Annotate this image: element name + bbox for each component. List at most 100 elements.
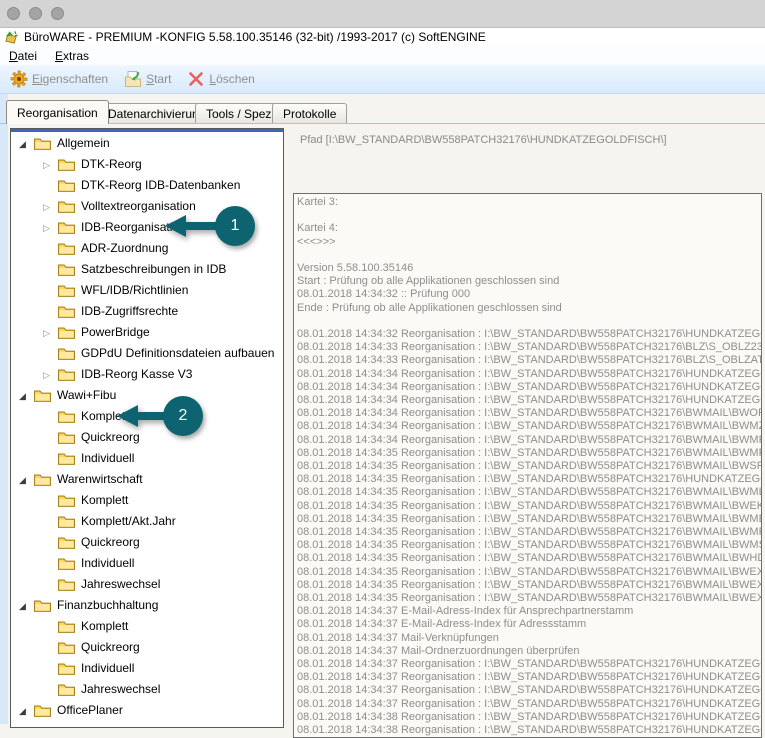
- log-line: Kartei 3:: [297, 196, 761, 209]
- tree-item[interactable]: Individuell: [11, 552, 283, 573]
- folder-icon: [58, 199, 75, 213]
- window-control-icon[interactable]: [29, 7, 42, 20]
- folder-icon: [58, 640, 75, 654]
- tree-item[interactable]: OfficePlaner: [11, 699, 283, 720]
- expander-icon[interactable]: [19, 388, 34, 402]
- tab-protokolle[interactable]: Protokolle: [272, 103, 347, 123]
- tree-item[interactable]: IDB-Reorg Kasse V3: [11, 363, 283, 384]
- window-control-icon[interactable]: [7, 7, 20, 20]
- tree-item-label: Volltextreorganisation: [81, 199, 196, 213]
- tree-item-label: IDB-Zugriffsrechte: [81, 304, 178, 318]
- log-line: 08.01.2018 14:34:34 Reorganisation : I:\…: [297, 407, 761, 420]
- expander-icon[interactable]: [43, 325, 58, 339]
- log-line: 08.01.2018 14:34:34 Reorganisation : I:\…: [297, 420, 761, 433]
- tab-strip-baseline: [0, 123, 765, 124]
- expander-icon[interactable]: [19, 136, 34, 150]
- properties-button[interactable]: Eigenschaften: [10, 70, 108, 88]
- tree-item[interactable]: WFL/IDB/Richtlinien: [11, 279, 283, 300]
- callout-badge: 2: [163, 396, 203, 436]
- log-line: [297, 315, 761, 328]
- tree-item[interactable]: Komplett: [11, 489, 283, 510]
- tree-item[interactable]: Jahreswechsel: [11, 678, 283, 699]
- tree-item[interactable]: Wawi+Fibu: [11, 384, 283, 405]
- tree-item-label: Quickreorg: [81, 535, 140, 549]
- log-line: [297, 209, 761, 222]
- log-line: 08.01.2018 14:34:35 Reorganisation : I:\…: [297, 486, 761, 499]
- tree-item-label: Satzbeschreibungen in IDB: [81, 262, 226, 276]
- folder-icon: [58, 430, 75, 444]
- folder-icon: [58, 514, 75, 528]
- tree-item[interactable]: Satzbeschreibungen in IDB: [11, 258, 283, 279]
- log-line: Kartei 4:: [297, 222, 761, 235]
- protocol-log[interactable]: Kartei 3: Kartei 4: <<<>>> Version 5.58.…: [293, 193, 762, 738]
- expander-icon[interactable]: [43, 157, 58, 171]
- tree-item[interactable]: Jahreswechsel: [11, 573, 283, 594]
- log-line: 08.01.2018 14:34:35 Reorganisation : I:\…: [297, 566, 761, 579]
- log-line: 08.01.2018 14:34:33 Reorganisation : I:\…: [297, 354, 761, 367]
- log-line: 08.01.2018 14:34:37 E-Mail-Adress-Index …: [297, 618, 761, 631]
- folder-icon: [34, 388, 51, 402]
- log-line: Start : Prüfung ob alle Applikationen ge…: [297, 275, 761, 288]
- folder-icon: [58, 367, 75, 381]
- tree-item[interactable]: Quickreorg: [11, 636, 283, 657]
- expander-icon[interactable]: [19, 598, 34, 612]
- log-line: 08.01.2018 14:34:37 Reorganisation : I:\…: [297, 671, 761, 684]
- folder-icon: [58, 535, 75, 549]
- tree-item[interactable]: DTK-Reorg: [11, 153, 283, 174]
- log-line: 08.01.2018 14:34:35 Reorganisation : I:\…: [297, 473, 761, 486]
- expander-icon[interactable]: [43, 367, 58, 381]
- tree-item-label: IDB-Reorg Kasse V3: [81, 367, 192, 381]
- log-line: 08.01.2018 14:34:35 Reorganisation : I:\…: [297, 579, 761, 592]
- tree-item[interactable]: Quickreorg: [11, 531, 283, 552]
- tree-item-label: Jahreswechsel: [81, 577, 160, 591]
- tree-item[interactable]: Warenwirtschaft: [11, 468, 283, 489]
- folder-icon: [58, 241, 75, 255]
- tree-item-label: ADR-Zuordnung: [81, 241, 168, 255]
- start-button[interactable]: Start: [124, 70, 171, 88]
- expander-icon[interactable]: [19, 703, 34, 717]
- folder-icon: [58, 178, 75, 192]
- menu-extras[interactable]: Extras: [46, 46, 98, 65]
- expander-icon[interactable]: [19, 472, 34, 486]
- tree-item[interactable]: Individuell: [11, 657, 283, 678]
- tab-strip: Reorganisation Datenarchivierung Tools /…: [0, 100, 765, 124]
- tree-item-label: Finanzbuchhaltung: [57, 598, 158, 612]
- tree-item-label: Warenwirtschaft: [57, 472, 143, 486]
- tree-item[interactable]: Individuell: [11, 447, 283, 468]
- tree-item-label: WFL/IDB/Richtlinien: [81, 283, 188, 297]
- expander-icon[interactable]: [43, 220, 58, 234]
- tree-item[interactable]: Komplett: [11, 615, 283, 636]
- title-bar: BüroWARE - PREMIUM -KONFIG 5.58.100.3514…: [0, 28, 765, 46]
- folder-icon: [58, 493, 75, 507]
- tree-item[interactable]: PowerBridge: [11, 321, 283, 342]
- tree-item-label: PowerBridge: [81, 325, 150, 339]
- log-line: 08.01.2018 14:34:35 Reorganisation : I:\…: [297, 592, 761, 605]
- tree-item[interactable]: Finanzbuchhaltung: [11, 594, 283, 615]
- tree-item[interactable]: IDB-Zugriffsrechte: [11, 300, 283, 321]
- folder-icon: [58, 283, 75, 297]
- expander-icon[interactable]: [43, 199, 58, 213]
- log-line: 08.01.2018 14:34:35 Reorganisation : I:\…: [297, 460, 761, 473]
- folder-icon: [58, 661, 75, 675]
- menu-datei[interactable]: Datei: [0, 46, 46, 65]
- tree-item[interactable]: Komplett/Akt.Jahr: [11, 510, 283, 531]
- callout-badge: 1: [215, 206, 255, 246]
- tree-item[interactable]: Allgemein: [11, 132, 283, 153]
- tab-reorganisation[interactable]: Reorganisation: [6, 100, 109, 124]
- delete-x-icon: [187, 70, 205, 88]
- log-line: 08.01.2018 14:34:35 Reorganisation : I:\…: [297, 500, 761, 513]
- delete-button[interactable]: Löschen: [187, 70, 254, 88]
- tree-item-label: Individuell: [81, 451, 134, 465]
- tree-item[interactable]: GDPdU Definitionsdateien aufbauen: [11, 342, 283, 363]
- tree-item[interactable]: DTK-Reorg IDB-Datenbanken: [11, 174, 283, 195]
- window-control-icon[interactable]: [51, 7, 64, 20]
- folder-icon: [58, 325, 75, 339]
- folder-icon: [58, 304, 75, 318]
- start-icon: [124, 70, 142, 88]
- log-line: 08.01.2018 14:34:35 Reorganisation : I:\…: [297, 539, 761, 552]
- tree-item-label: DTK-Reorg IDB-Datenbanken: [81, 178, 240, 192]
- log-line: 08.01.2018 14:34:37 Mail-Verknüpfungen: [297, 632, 761, 645]
- log-line: 08.01.2018 14:34:34 Reorganisation : I:\…: [297, 381, 761, 394]
- log-line: 08.01.2018 14:34:38 Reorganisation : I:\…: [297, 711, 761, 724]
- tree-item[interactable]: Quickreorg: [11, 426, 283, 447]
